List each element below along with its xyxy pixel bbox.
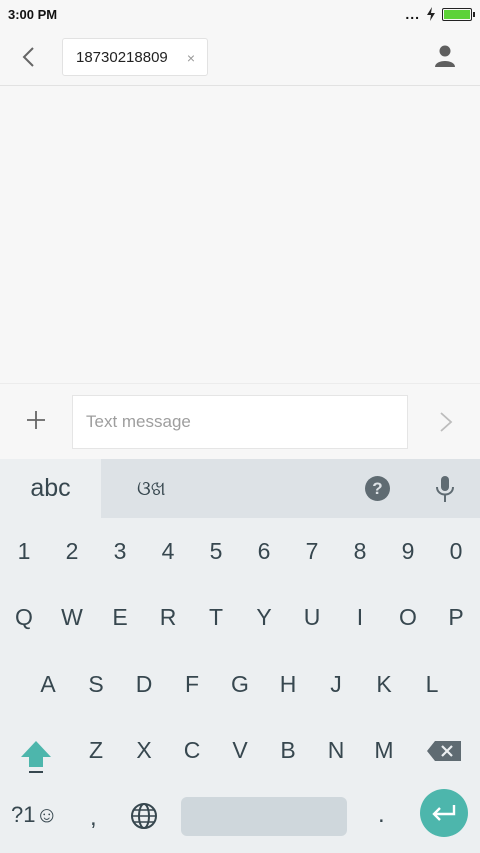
key-b[interactable]: B [264,720,312,780]
key-o[interactable]: O [384,587,432,647]
key-h[interactable]: H [264,654,312,714]
key-l[interactable]: L [408,654,456,714]
keyboard-mode-abc-tab[interactable]: abc [0,459,101,518]
more-notifications-icon: ... [405,6,420,22]
status-icons: ... [405,6,475,22]
enter-arrow-icon [432,805,456,821]
key-e[interactable]: E [96,587,144,647]
key-j[interactable]: J [312,654,360,714]
conversation-header: 18730218809 × [0,28,480,86]
keyboard: abc ଓଖ ? 1 2 3 4 5 6 7 8 9 0 Q W E R T Y… [0,459,480,853]
back-button[interactable] [14,43,42,71]
key-z[interactable]: Z [72,720,120,780]
letter-row-2: A S D F G H J K L [0,654,480,714]
status-time: 3:00 PM [8,6,58,22]
send-icon[interactable] [438,410,454,434]
keyboard-toolbar: abc ଓଖ ? [0,459,480,518]
contact-icon[interactable] [434,44,456,68]
recipient-chip[interactable]: 18730218809 × [62,38,208,76]
remove-recipient-icon[interactable]: × [187,50,195,66]
key-5[interactable]: 5 [192,521,240,581]
key-y[interactable]: Y [240,587,288,647]
key-f[interactable]: F [168,654,216,714]
status-bar: 3:00 PM ... [0,0,480,28]
chevron-left-icon [22,47,34,67]
key-comma[interactable]: , [90,804,97,832]
key-w[interactable]: W [48,587,96,647]
microphone-icon[interactable] [434,475,456,503]
composer-bar [0,383,480,459]
key-1[interactable]: 1 [0,521,48,581]
key-q[interactable]: Q [0,587,48,647]
key-2[interactable]: 2 [48,521,96,581]
key-7[interactable]: 7 [288,521,336,581]
help-icon[interactable]: ? [365,476,390,501]
key-8[interactable]: 8 [336,521,384,581]
enter-button[interactable] [420,789,468,837]
charging-icon [427,7,435,21]
key-s[interactable]: S [72,654,120,714]
backspace-icon[interactable] [426,740,462,762]
symbols-key[interactable]: ?1☺ [11,802,58,828]
key-3[interactable]: 3 [96,521,144,581]
attach-plus-icon[interactable] [24,408,48,432]
message-input[interactable] [72,395,408,449]
key-4[interactable]: 4 [144,521,192,581]
battery-fill [444,9,470,19]
key-i[interactable]: I [336,587,384,647]
key-v[interactable]: V [216,720,264,780]
key-k[interactable]: K [360,654,408,714]
key-x[interactable]: X [120,720,168,780]
key-c[interactable]: C [168,720,216,780]
number-row: 1 2 3 4 5 6 7 8 9 0 [0,521,480,581]
message-thread [0,87,480,383]
key-d[interactable]: D [120,654,168,714]
recipient-number: 18730218809 [76,48,168,66]
key-9[interactable]: 9 [384,521,432,581]
key-m[interactable]: M [360,720,408,780]
key-period[interactable]: . [378,801,385,829]
key-0[interactable]: 0 [432,521,480,581]
key-n[interactable]: N [312,720,360,780]
key-u[interactable]: U [288,587,336,647]
key-p[interactable]: P [432,587,480,647]
key-r[interactable]: R [144,587,192,647]
globe-icon[interactable] [130,802,158,830]
keyboard-script-tab[interactable]: ଓଖ [137,476,166,500]
key-a[interactable]: A [24,654,72,714]
key-t[interactable]: T [192,587,240,647]
key-g[interactable]: G [216,654,264,714]
letter-row-1: Q W E R T Y U I O P [0,587,480,647]
key-6[interactable]: 6 [240,521,288,581]
battery-icon [442,7,475,21]
letter-row-3: Z X C V B N M [0,720,480,780]
space-bar[interactable] [181,797,347,836]
